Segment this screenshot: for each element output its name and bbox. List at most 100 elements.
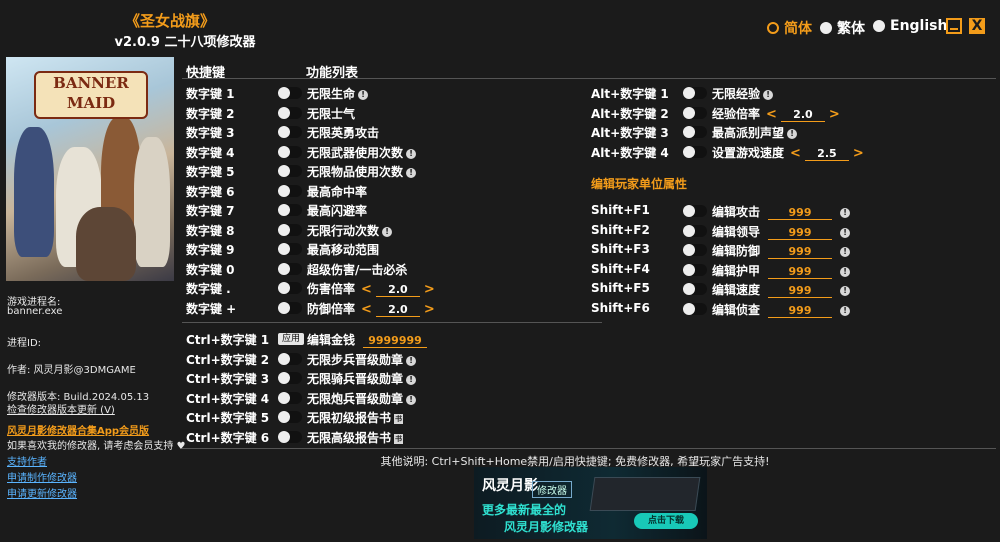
info-icon[interactable]: ! (763, 90, 774, 100)
increase-arrow-icon[interactable]: > (424, 302, 435, 317)
value-input[interactable]: 999 (768, 226, 833, 240)
feature-label: 无限武器使用次数 (307, 145, 404, 160)
value-stepper[interactable]: <2.0 > (361, 302, 435, 317)
info-icon[interactable]: ! (406, 394, 417, 405)
feature-toggle[interactable] (278, 391, 302, 404)
header-divider (182, 78, 996, 79)
section-divider (182, 322, 602, 323)
info-icon[interactable]: ! (406, 355, 417, 366)
value-input[interactable]: 999 (768, 284, 833, 298)
feature-toggle[interactable] (278, 243, 302, 255)
minimize-button[interactable] (946, 18, 962, 34)
value-stepper[interactable]: <2.5 > (790, 146, 864, 161)
feature-toggle[interactable] (278, 223, 302, 236)
info-icon[interactable]: ! (840, 305, 851, 316)
author-text: 作者: 风灵月影@3DMGAME (7, 365, 136, 376)
decrease-arrow-icon[interactable]: < (766, 107, 777, 122)
info-icon[interactable]: ! (840, 208, 851, 218)
info-icon[interactable]: ! (406, 375, 417, 385)
footer-divider (182, 448, 996, 449)
value-stepper[interactable]: <2.0 > (361, 282, 435, 297)
feature-toggle[interactable] (278, 204, 302, 216)
support-author-link[interactable]: 支持作者 (7, 453, 47, 468)
feature-toggle[interactable] (278, 352, 302, 365)
feature-toggle[interactable] (278, 145, 302, 158)
info-icon[interactable]: ! (840, 247, 851, 257)
feature-toggle[interactable] (278, 262, 302, 275)
app-member-link[interactable]: 风灵月影修改器合集App会员版 (7, 422, 149, 437)
request-update-link[interactable]: 申请更新修改器 (7, 485, 77, 500)
info-icon[interactable]: ! (840, 227, 851, 238)
feature-toggle[interactable] (278, 282, 302, 294)
feature-toggle[interactable] (278, 372, 302, 384)
feature-label: 无限士气 (307, 106, 356, 121)
feature-toggle[interactable] (278, 411, 302, 423)
decrease-arrow-icon[interactable]: < (361, 302, 372, 317)
feature-label: 编辑防御 (712, 244, 761, 258)
radio-unselected-icon (820, 22, 832, 34)
book-icon[interactable]: 书 (394, 414, 404, 424)
info-icon[interactable]: ! (840, 266, 851, 277)
download-button[interactable]: 点击下载 (634, 513, 698, 529)
feature-toggle[interactable] (278, 301, 302, 314)
feature-toggle[interactable] (683, 263, 707, 276)
apply-button[interactable]: 应用 (278, 333, 305, 345)
info-icon[interactable]: ! (406, 168, 417, 178)
hotkey-label: 数字键 2 (186, 106, 235, 121)
feature-toggle[interactable] (683, 283, 707, 295)
feature-toggle[interactable] (278, 165, 302, 177)
trainer-subtitle: v2.0.9 二十八项修改器 (114, 35, 256, 50)
info-icon[interactable]: ! (406, 148, 417, 159)
feature-toggle[interactable] (683, 302, 707, 315)
lang-option-simplified[interactable]: 简体 (767, 18, 812, 38)
info-icon[interactable]: ! (840, 286, 851, 296)
increase-arrow-icon[interactable]: > (829, 107, 840, 122)
check-update-link[interactable]: 检查修改器版本更新 (V) (7, 401, 115, 416)
process-id-label: 进程ID: (7, 338, 42, 349)
feature-toggle[interactable] (278, 430, 302, 443)
feature-toggle[interactable] (278, 184, 302, 197)
feature-label: 无限炮兵晋级勋章 (307, 391, 404, 406)
feature-item: 编辑速度 999! (712, 281, 851, 298)
ad-banner[interactable]: 风灵月影 修改器 更多最新最全的 风灵月影修改器 点击下载 (474, 467, 707, 539)
book-icon[interactable]: 书 (394, 433, 404, 444)
close-button[interactable]: X (969, 18, 985, 34)
value-input[interactable]: 9999999 (363, 334, 428, 348)
lang-option-traditional[interactable]: 繁体 (820, 18, 865, 38)
feature-toggle[interactable] (683, 87, 707, 99)
increase-arrow-icon[interactable]: > (424, 282, 435, 297)
feature-toggle[interactable] (278, 106, 302, 119)
feature-toggle[interactable] (683, 126, 707, 138)
feature-toggle[interactable] (683, 205, 707, 217)
lang-option-english[interactable]: English (873, 18, 947, 34)
value-field[interactable]: 2.0 (375, 303, 420, 317)
value-input[interactable]: 999 (768, 265, 833, 279)
increase-arrow-icon[interactable]: > (853, 146, 864, 161)
info-icon[interactable]: ! (358, 90, 369, 100)
value-field[interactable]: 2.5 (804, 147, 849, 161)
feature-toggle[interactable] (278, 126, 302, 138)
value-stepper[interactable]: <2.0 > (766, 107, 840, 122)
info-icon[interactable]: ! (382, 226, 393, 237)
info-icon[interactable]: ! (787, 129, 798, 139)
value-field[interactable]: 2.0 (780, 108, 825, 122)
feature-label: 最高命中率 (307, 184, 368, 199)
radio-unselected-icon (873, 20, 885, 32)
value-input[interactable]: 999 (768, 304, 833, 318)
decrease-arrow-icon[interactable]: < (361, 282, 372, 297)
decrease-arrow-icon[interactable]: < (790, 146, 801, 161)
feature-toggle[interactable] (683, 145, 707, 158)
feature-label: 无限初级报告书 (307, 411, 392, 425)
value-input[interactable]: 999 (768, 206, 833, 220)
feature-toggle[interactable] (278, 87, 302, 99)
banner-line-2: 风灵月影修改器 (504, 520, 589, 534)
feature-toggle[interactable] (683, 106, 707, 119)
feature-toggle[interactable] (683, 244, 707, 256)
value-input[interactable]: 999 (768, 245, 833, 259)
feature-toggle[interactable] (683, 224, 707, 237)
feature-item: 无限炮兵晋级勋章! (307, 390, 417, 407)
request-trainer-link[interactable]: 申请制作修改器 (7, 469, 77, 484)
feature-label: 编辑速度 (712, 283, 761, 297)
value-field[interactable]: 2.0 (375, 283, 420, 297)
feature-item: 设置游戏速度 <2.5 > (712, 144, 864, 161)
